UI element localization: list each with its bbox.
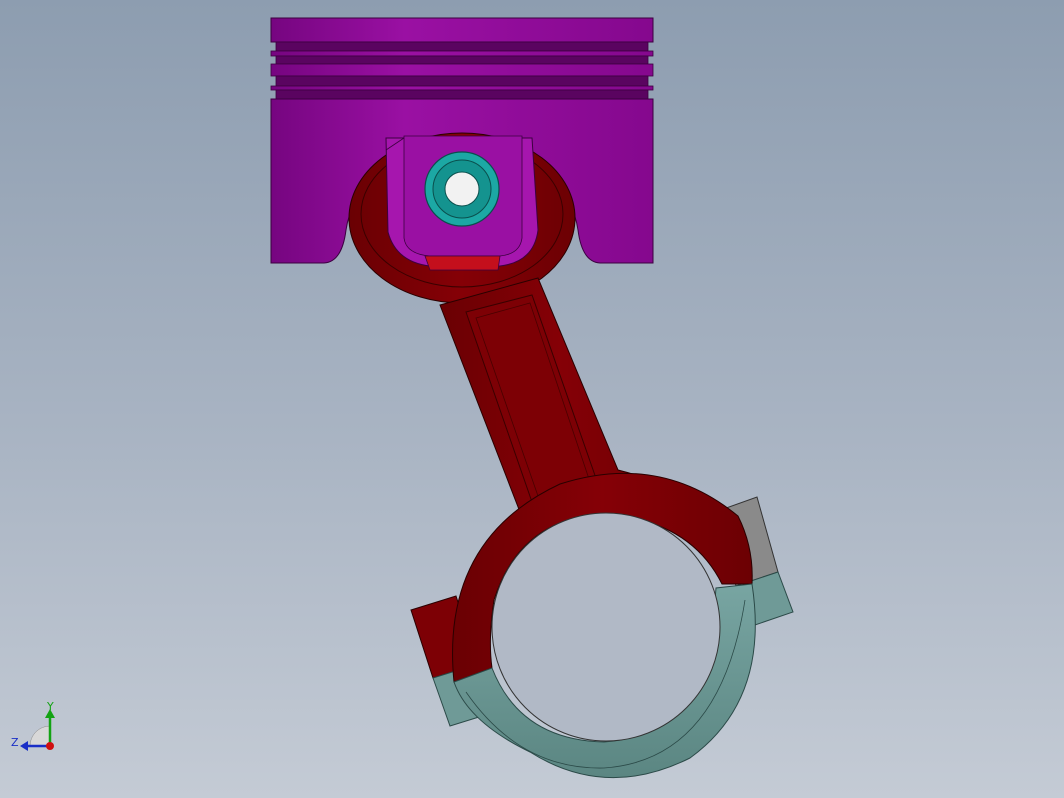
pin-boss-lower-lip <box>424 255 501 271</box>
triad-z-arrow-icon <box>20 741 28 751</box>
piston-ring-groove <box>275 75 649 87</box>
model-scene[interactable]: Y Z <box>0 0 1064 798</box>
piston-ring[interactable] <box>270 63 654 77</box>
big-end-bore <box>491 512 721 742</box>
rod-big-end[interactable] <box>410 472 794 778</box>
triad-quadrant-icon <box>29 725 51 747</box>
triad-y-label: Y <box>46 700 54 713</box>
axis-triad: Y Z <box>11 700 55 751</box>
wrist-pin-bore <box>444 171 480 207</box>
piston-ring[interactable] <box>270 50 654 57</box>
piston-ring-groove <box>275 89 649 100</box>
piston-ring[interactable] <box>270 85 654 91</box>
piston-ring-groove <box>275 55 649 65</box>
triad-x-axis-dot <box>46 742 54 750</box>
graphics-viewport[interactable]: Y Z <box>0 0 1064 798</box>
triad-z-label: Z <box>11 736 19 749</box>
piston-ring-groove <box>275 41 649 52</box>
piston-crown[interactable] <box>270 17 654 43</box>
piston-pin-boss[interactable] <box>385 135 539 271</box>
